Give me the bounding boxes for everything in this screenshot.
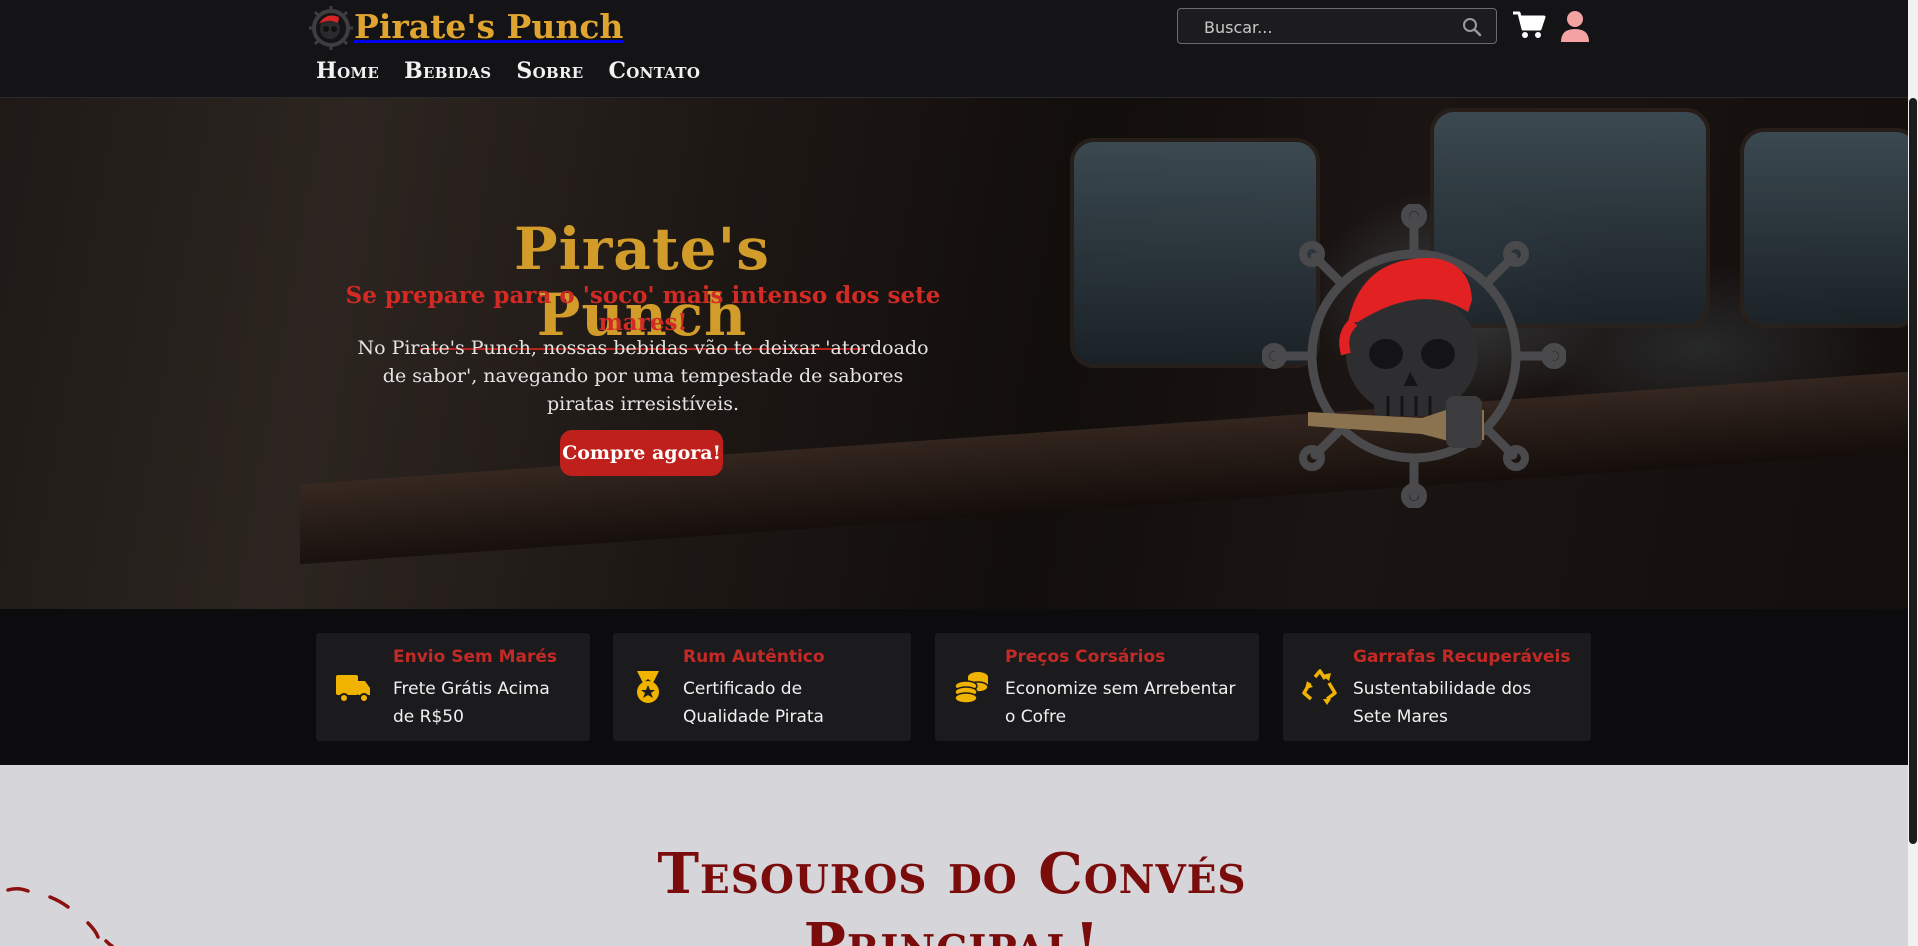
- search-input[interactable]: [1204, 16, 1444, 38]
- nav-bebidas[interactable]: Bebidas: [404, 58, 491, 84]
- feature-card: Envio Sem Marés Frete Grátis Acima de R$…: [316, 633, 590, 741]
- coins-icon: [954, 672, 989, 704]
- background-window: [1740, 128, 1908, 328]
- feature-title: Preços Corsários: [1005, 647, 1166, 667]
- site-header: Pirate's Punch Home Bebidas Sobre Contat…: [0, 0, 1908, 98]
- hero-banner: Pirate's Punch Se prepare para o 'soco' …: [0, 98, 1908, 609]
- nav-contato[interactable]: Contato: [608, 58, 700, 84]
- recycle-icon: [1302, 669, 1337, 705]
- feature-description: Economize sem Arrebentar o Cofre: [1005, 679, 1236, 727]
- featured-products-section: Tesouros do Convés Principal!: [0, 765, 1908, 946]
- hero-tagline: Se prepare para o 'soco' mais intenso do…: [345, 282, 941, 336]
- search-box: [1177, 8, 1497, 44]
- feature-description: Certificado de Qualidade Pirata: [683, 679, 824, 727]
- nav-home[interactable]: Home: [316, 58, 379, 84]
- search-icon[interactable]: [1462, 17, 1482, 37]
- feature-title: Envio Sem Marés: [393, 647, 558, 667]
- user-icon[interactable]: [1560, 10, 1590, 42]
- brand-name: Pirate's Punch: [354, 7, 624, 46]
- page-scrollbar[interactable]: [1908, 0, 1918, 946]
- features-strip: Envio Sem Marés Frete Grátis Acima de R$…: [0, 609, 1908, 765]
- feature-description: Frete Grátis Acima de R$50: [393, 679, 550, 727]
- feature-card: Garrafas Recuperáveis Sustentabilidade d…: [1283, 633, 1591, 741]
- feature-description: Sustentabilidade dos Sete Mares: [1353, 679, 1532, 727]
- feature-card: Rum Autêntico Certificado de Qualidade P…: [613, 633, 911, 741]
- medal-icon: [637, 671, 659, 703]
- skull-ship-wheel-icon: [1262, 204, 1566, 508]
- buy-now-button[interactable]: Compre agora!: [560, 430, 723, 476]
- rope-decoration-icon: [6, 886, 114, 946]
- nav-sobre[interactable]: Sobre: [516, 58, 583, 84]
- hero-description: No Pirate's Punch, nossas bebidas vão te…: [357, 337, 929, 415]
- feature-title: Garrafas Recuperáveis: [1353, 647, 1571, 667]
- scrollbar-thumb[interactable]: [1909, 98, 1917, 844]
- feature-card: Preços Corsários Economize sem Arrebenta…: [935, 633, 1259, 741]
- cart-icon[interactable]: [1512, 10, 1546, 40]
- truck-icon: [336, 675, 370, 703]
- section-title: Tesouros do Convés Principal!: [570, 839, 1334, 946]
- feature-title: Rum Autêntico: [683, 647, 825, 667]
- pirate-skull-logo-icon: [309, 6, 353, 50]
- main-nav: Home Bebidas Sobre Contato: [316, 58, 700, 84]
- brand-home-link[interactable]: Pirate's Punch: [308, 4, 623, 50]
